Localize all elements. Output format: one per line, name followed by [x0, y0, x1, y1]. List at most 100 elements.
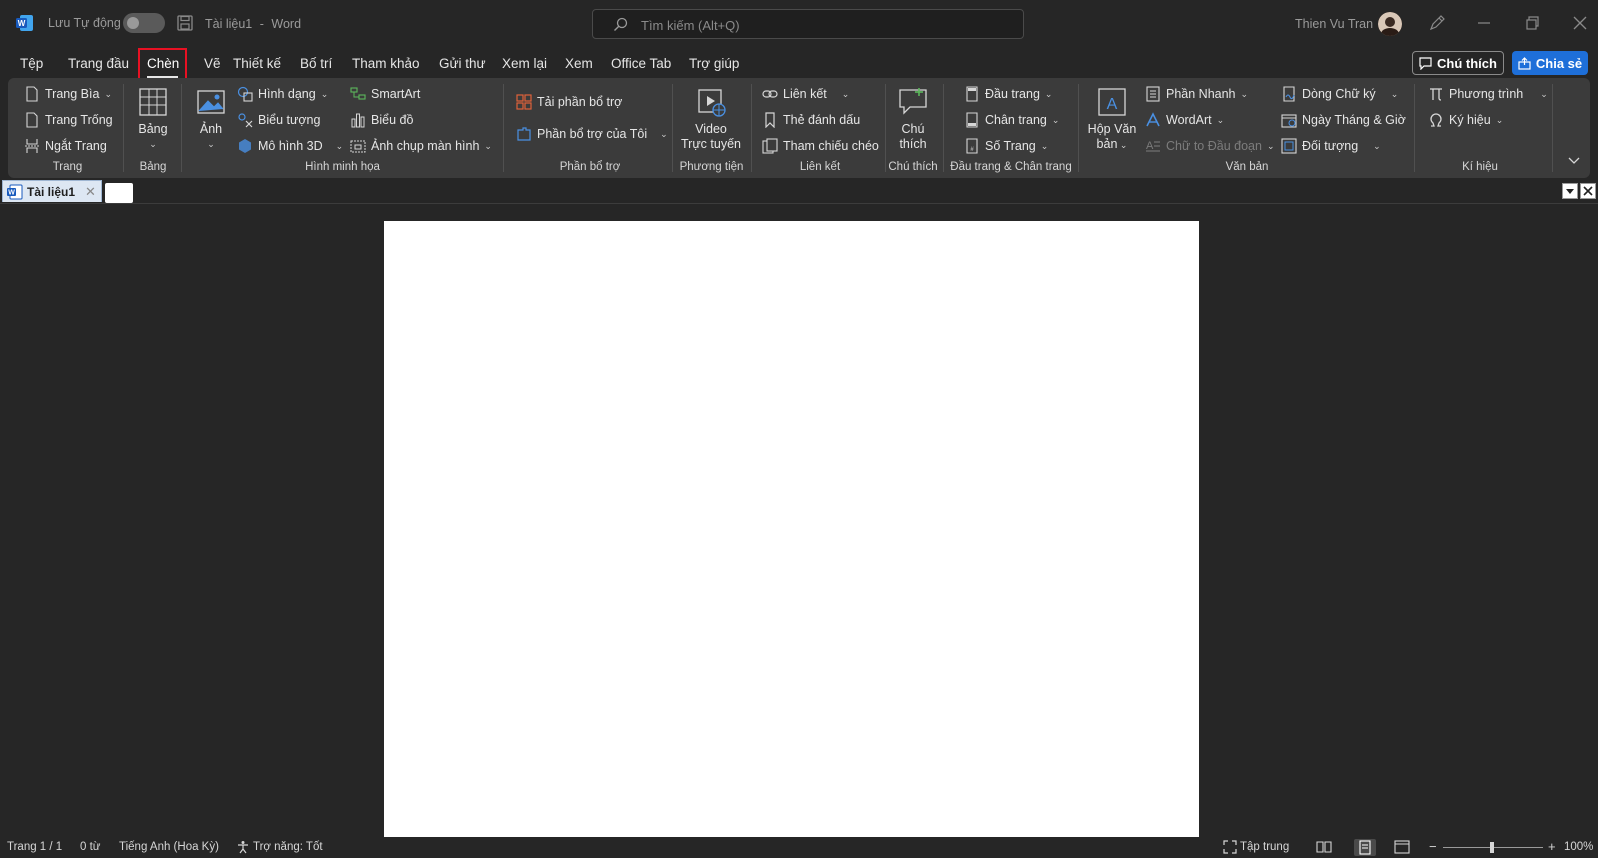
ribbon-separator [1552, 84, 1553, 172]
date-time-button[interactable]: Ngày Tháng & Giờ [1281, 110, 1406, 130]
footer-button[interactable]: Chân trang ⌄ [964, 110, 1059, 130]
chart-button[interactable]: Biểu đồ [350, 110, 413, 130]
header-button[interactable]: Đầu trang ⌄ [964, 84, 1052, 104]
chevron-down-icon: ⌄ [484, 140, 492, 151]
read-mode-icon[interactable] [1316, 840, 1332, 854]
svg-text:A: A [1107, 96, 1118, 113]
comment-insert-button[interactable]: Chú thích [893, 86, 933, 152]
chevron-down-icon: ⌄ [1373, 140, 1381, 151]
tab-review[interactable]: Xem lại [496, 53, 553, 77]
tab-design[interactable]: Thiết kế [227, 53, 287, 77]
document-tab[interactable]: W Tài liệu1 ✕ [2, 180, 102, 202]
group-label-pages: Trang [52, 161, 83, 173]
chevron-down-icon: ⌄ [104, 88, 112, 99]
cover-page-button[interactable]: Trang Bìa ⌄ [24, 84, 112, 104]
minimize-icon[interactable] [1475, 14, 1493, 32]
online-video-button[interactable]: Video Trực tuyến [680, 86, 742, 152]
page-icon [24, 86, 40, 102]
chevron-down-icon: ⌄ [320, 88, 329, 99]
picture-icon [195, 86, 227, 118]
restore-icon[interactable] [1523, 14, 1541, 32]
bookmark-button[interactable]: Thẻ đánh dấu [762, 110, 860, 130]
print-layout-icon[interactable] [1354, 839, 1376, 856]
drop-cap-button[interactable]: A Chữ to Đầu đoạn ⌄ [1145, 136, 1274, 156]
cross-reference-icon [762, 138, 778, 154]
tab-file[interactable]: Tệp [14, 53, 49, 77]
3d-models-button[interactable]: Mô hình 3D ⌄ [237, 136, 343, 156]
word-count[interactable]: 0 từ [80, 841, 100, 853]
tab-list-dropdown-icon[interactable] [1562, 183, 1578, 199]
user-name[interactable]: Thien Vu Tran [1295, 17, 1373, 31]
accessibility-status[interactable]: Trợ năng: Tốt [236, 840, 323, 854]
web-layout-icon[interactable] [1394, 840, 1410, 854]
avatar[interactable] [1378, 12, 1402, 36]
comment-button[interactable]: Chú thích [1412, 51, 1504, 75]
tab-references[interactable]: Tham khảo [346, 53, 426, 77]
tab-office-tab[interactable]: Office Tab [605, 53, 677, 77]
blank-page-button[interactable]: Trang Trống [24, 110, 113, 130]
new-tab-button[interactable] [105, 183, 133, 203]
chevron-down-icon: ⌄ [1040, 140, 1049, 151]
table-button[interactable]: Bảng ⌄ [134, 86, 172, 152]
tab-draw[interactable]: Vẽ [198, 53, 227, 77]
ribbon-separator [123, 84, 124, 172]
tab-mailings[interactable]: Gửi thư [433, 53, 492, 77]
quick-parts-button[interactable]: Phần Nhanh ⌄ [1145, 84, 1248, 104]
symbol-button[interactable]: Ký hiệu ⌄ [1428, 110, 1503, 130]
word-doc-icon: W [7, 184, 23, 200]
close-tab-icon[interactable]: ✕ [85, 184, 96, 200]
focus-mode-button[interactable]: Tập trung [1223, 840, 1289, 854]
search-icon [613, 17, 628, 32]
tab-view[interactable]: Xem [559, 53, 599, 77]
my-addins-button[interactable]: Phần bổ trợ của Tôi ⌄ [516, 124, 668, 144]
page-break-button[interactable]: Ngắt Trang [24, 136, 107, 156]
icons-insert-icon [237, 112, 253, 128]
tab-help[interactable]: Trợ giúp [683, 53, 745, 77]
get-addins-button[interactable]: Tải phần bổ trợ [516, 92, 622, 112]
page-count[interactable]: Trang 1 / 1 [7, 841, 62, 853]
smartart-icon [350, 86, 366, 102]
close-icon[interactable] [1571, 14, 1589, 32]
chevron-down-icon: ⌄ [149, 139, 157, 149]
ribbon-separator [181, 84, 182, 172]
ribbon-separator [1414, 84, 1415, 172]
equation-button[interactable]: Phương trình ⌄ [1428, 84, 1548, 104]
header-label: Đầu trang [985, 87, 1040, 101]
tab-layout[interactable]: Bố trí [294, 53, 338, 77]
language-indicator[interactable]: Tiếng Anh (Hoa Kỳ) [119, 841, 219, 853]
blank-page-label: Trang Trống [45, 113, 113, 127]
share-button[interactable]: Chia sẻ [1512, 51, 1588, 75]
pictures-button[interactable]: Ảnh ⌄ [191, 86, 231, 152]
link-button[interactable]: Liên kết ⌄ [762, 84, 849, 104]
smartart-button[interactable]: SmartArt [350, 84, 420, 104]
text-box-label-line2-text: bản [1096, 137, 1118, 151]
zoom-slider-thumb[interactable] [1490, 842, 1494, 853]
wordart-button[interactable]: WordArt ⌄ [1145, 110, 1224, 130]
chevron-down-icon: ⌄ [1240, 88, 1249, 99]
svg-text:#: # [970, 147, 974, 153]
close-all-tabs-icon[interactable] [1580, 183, 1596, 199]
3d-models-label: Mô hình 3D [258, 139, 323, 153]
autosave-toggle[interactable] [123, 13, 165, 33]
object-button[interactable]: Đối tượng ⌄ [1281, 136, 1381, 156]
signature-line-label: Dòng Chữ ký [1302, 87, 1376, 101]
cross-reference-button[interactable]: Tham chiếu chéo [762, 136, 879, 156]
zoom-out-icon[interactable]: − [1429, 839, 1437, 854]
shapes-button[interactable]: Hình dạng ⌄ [237, 84, 328, 104]
header-icon [964, 86, 980, 102]
screenshot-button[interactable]: Ảnh chụp màn hình ⌄ [350, 136, 492, 156]
signature-line-button[interactable]: Dòng Chữ ký ⌄ [1281, 84, 1398, 104]
pen-icon[interactable] [1428, 14, 1446, 32]
text-box-button[interactable]: A Hộp Văn bản ⌄ [1086, 86, 1138, 153]
object-label: Đối tượng [1302, 139, 1359, 153]
document-page[interactable] [384, 221, 1199, 837]
icons-button[interactable]: Biểu tượng [237, 110, 320, 130]
zoom-in-icon[interactable]: + [1548, 839, 1556, 854]
tab-home[interactable]: Trang đầu [62, 53, 135, 77]
save-icon[interactable] [177, 15, 193, 31]
zoom-level[interactable]: 100% [1564, 841, 1593, 853]
search-box[interactable]: Tìm kiếm (Alt+Q) [592, 9, 1024, 39]
page-number-button[interactable]: # Số Trang ⌄ [964, 136, 1048, 156]
group-label-tables: Bảng [139, 161, 167, 173]
ribbon-collapse-icon[interactable] [1567, 156, 1581, 166]
